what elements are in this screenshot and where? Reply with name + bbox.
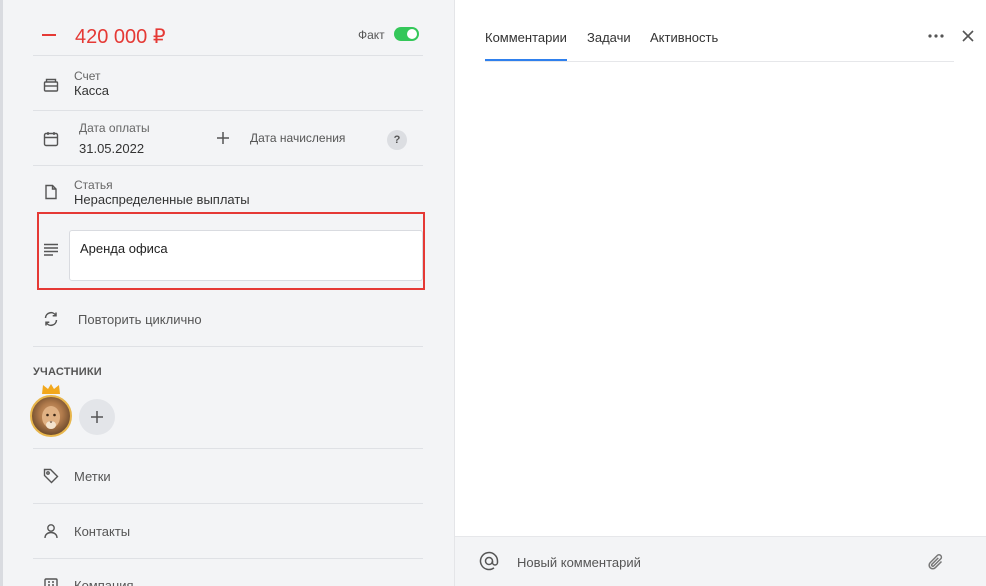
payment-date-value[interactable]: 31.05.2022	[79, 141, 144, 156]
participants-title: УЧАСТНИКИ	[33, 366, 102, 378]
category-value[interactable]: Нераспределенные выплаты	[74, 192, 250, 207]
comments-panel: Комментарии Задачи Активность	[455, 0, 986, 586]
tab-tasks[interactable]: Задачи	[587, 30, 631, 45]
add-participant-button[interactable]	[79, 399, 115, 435]
tabs-divider	[485, 61, 954, 62]
divider	[33, 110, 423, 111]
toggle-knob	[407, 29, 417, 39]
payment-date-label: Дата оплаты	[79, 121, 150, 135]
wallet-icon	[42, 76, 60, 94]
accrual-date-label[interactable]: Дата начисления	[250, 131, 345, 145]
fact-toggle[interactable]	[394, 27, 419, 41]
mention-icon[interactable]	[478, 550, 500, 572]
calendar-icon	[42, 130, 60, 148]
minus-icon[interactable]	[42, 34, 56, 36]
divider	[33, 558, 423, 559]
divider	[33, 55, 423, 56]
more-options-icon[interactable]	[926, 28, 946, 44]
lion-avatar-icon	[42, 406, 60, 429]
tags-label[interactable]: Метки	[74, 469, 111, 484]
amount-row: 420 000 ₽ Факт	[33, 18, 423, 54]
transaction-form-panel: 420 000 ₽ Факт Счет Касса Дата оплаты 31…	[0, 0, 455, 586]
new-comment-input[interactable]	[517, 551, 897, 573]
close-icon[interactable]	[960, 28, 976, 44]
contacts-label[interactable]: Контакты	[74, 524, 130, 539]
tag-icon	[42, 467, 60, 485]
document-icon	[42, 183, 60, 201]
repeat-label[interactable]: Повторить циклично	[78, 312, 202, 327]
fact-label: Факт	[358, 28, 385, 42]
account-label: Счет	[74, 69, 101, 83]
text-lines-icon	[42, 240, 60, 258]
comment-bar	[455, 536, 986, 586]
building-icon	[42, 576, 60, 586]
tab-bar: Комментарии Задачи Активность	[485, 0, 974, 62]
divider	[33, 165, 423, 166]
crown-icon	[42, 384, 60, 394]
amount-value[interactable]: 420 000 ₽	[75, 24, 166, 49]
tab-comments[interactable]: Комментарии	[485, 30, 567, 45]
repeat-icon	[42, 310, 60, 328]
divider	[33, 448, 423, 449]
account-value[interactable]: Касса	[74, 83, 109, 98]
add-accrual-date-icon[interactable]	[214, 129, 232, 147]
panel-edge-bar	[0, 0, 3, 586]
avatar	[30, 395, 72, 437]
tab-activity[interactable]: Активность	[650, 30, 718, 45]
company-label[interactable]: Компания	[74, 578, 134, 586]
description-input[interactable]	[69, 230, 423, 281]
divider	[33, 346, 423, 347]
help-icon[interactable]: ?	[387, 130, 407, 150]
divider	[33, 503, 423, 504]
category-label: Статья	[74, 178, 113, 192]
participant-avatar[interactable]	[30, 383, 72, 437]
plus-icon	[91, 411, 103, 423]
person-icon	[42, 522, 60, 540]
paperclip-icon[interactable]	[925, 551, 947, 573]
